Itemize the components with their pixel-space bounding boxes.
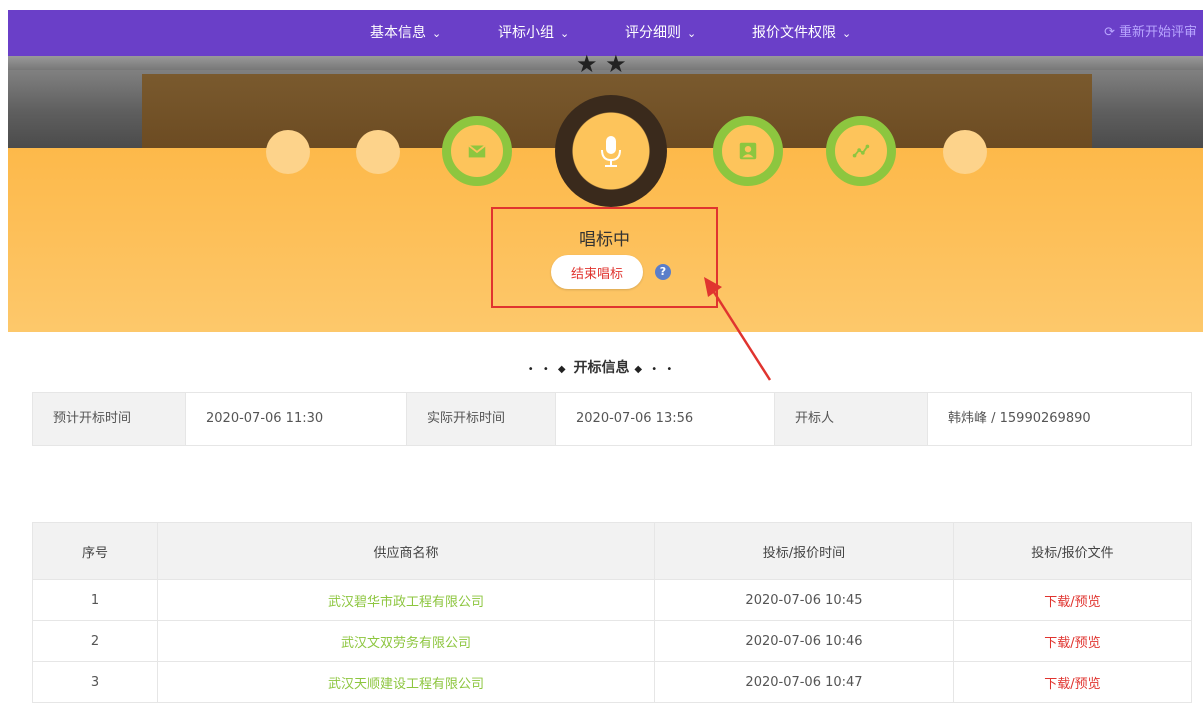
chart-icon [852, 144, 870, 158]
supplier-name: 武汉天顺建设工程有限公司 [157, 661, 655, 703]
col-header-supplier: 供应商名称 [157, 522, 655, 580]
bid-status-panel: 唱标中 结束唱标 ? [491, 207, 718, 308]
nav-label: 基本信息 [370, 25, 426, 41]
step-blank-1 [266, 130, 310, 174]
section-title: • • ◆ 开标信息 ◆ • • [0, 357, 1203, 377]
nav-review-panel[interactable]: 评标小组 ⌄ [498, 10, 569, 56]
table-row: 2 武汉文双劳务有限公司 2020-07-06 10:46 下载/预览 [32, 620, 1192, 662]
opener-value: 韩炜峰 / 15990269890 [948, 411, 1091, 426]
nav-label: 报价文件权限 [752, 25, 836, 41]
help-icon[interactable]: ? [655, 264, 671, 280]
table-row: 1 武汉碧华市政工程有限公司 2020-07-06 10:45 下载/预览 [32, 579, 1192, 621]
download-preview-link[interactable]: 下载/预览 [953, 579, 1192, 621]
opening-info-table: 预计开标时间 2020-07-06 11:30 实际开标时间 2020-07-0… [32, 392, 1192, 446]
microphone-icon [601, 136, 621, 167]
user-icon [739, 142, 757, 160]
nav-label: 评标小组 [498, 25, 554, 41]
chevron-down-icon: ⌄ [842, 27, 852, 40]
chevron-down-icon: ⌄ [687, 27, 697, 40]
section-title-text: 开标信息 [573, 360, 630, 376]
row-no: 2 [32, 620, 158, 662]
row-no: 1 [32, 579, 158, 621]
download-preview-link[interactable]: 下载/预览 [953, 620, 1192, 662]
nav-scoring-rules[interactable]: 评分细则 ⌄ [625, 10, 696, 56]
end-bid-reading-button[interactable]: 结束唱标 [551, 255, 643, 289]
table-header-row: 序号 供应商名称 投标/报价时间 投标/报价文件 [32, 522, 1192, 580]
table-row: 3 武汉天顺建设工程有限公司 2020-07-06 10:47 下载/预览 [32, 661, 1192, 703]
step-envelope [442, 116, 512, 186]
expected-time-value: 2020-07-06 11:30 [186, 393, 407, 445]
download-preview-link[interactable]: 下载/预览 [953, 661, 1192, 703]
step-chart [826, 116, 896, 186]
supplier-name: 武汉碧华市政工程有限公司 [157, 579, 655, 621]
actual-time-label: 实际开标时间 [407, 393, 556, 445]
step-blank-2 [356, 130, 400, 174]
stars-icon: ★ ★ [576, 50, 627, 78]
left-decoration: • • ◆ [527, 364, 569, 375]
bid-time: 2020-07-06 10:46 [654, 620, 954, 662]
envelope-icon [468, 144, 486, 158]
opener-label: 开标人 [775, 393, 928, 445]
row-no: 3 [32, 661, 158, 703]
step-blank-3 [943, 130, 987, 174]
bidders-table: 序号 供应商名称 投标/报价时间 投标/报价文件 1 武汉碧华市政工程有限公司 … [32, 522, 1192, 703]
nav-basic-info[interactable]: 基本信息 ⌄ [370, 10, 441, 56]
chevron-down-icon: ⌄ [432, 27, 442, 40]
refresh-icon: ⟳ [1104, 25, 1115, 40]
actual-time-value: 2020-07-06 13:56 [556, 393, 775, 445]
col-header-no: 序号 [32, 522, 158, 580]
supplier-name: 武汉文双劳务有限公司 [157, 620, 655, 662]
bid-time: 2020-07-06 10:47 [654, 661, 954, 703]
step-user [713, 116, 783, 186]
expected-time-label: 预计开标时间 [33, 393, 186, 445]
restart-label: 重新开始评审 [1118, 25, 1197, 40]
col-header-time: 投标/报价时间 [654, 522, 954, 580]
chevron-down-icon: ⌄ [560, 27, 570, 40]
nav-label: 评分细则 [625, 25, 681, 41]
bid-time: 2020-07-06 10:45 [654, 579, 954, 621]
col-header-file: 投标/报价文件 [953, 522, 1192, 580]
right-decoration: ◆ • • [634, 364, 676, 375]
status-text: 唱标中 [579, 230, 630, 250]
step-microphone [555, 95, 667, 207]
nav-quote-permission[interactable]: 报价文件权限 ⌄ [752, 10, 851, 56]
restart-review-link[interactable]: ⟳ 重新开始评审 [1104, 10, 1197, 56]
